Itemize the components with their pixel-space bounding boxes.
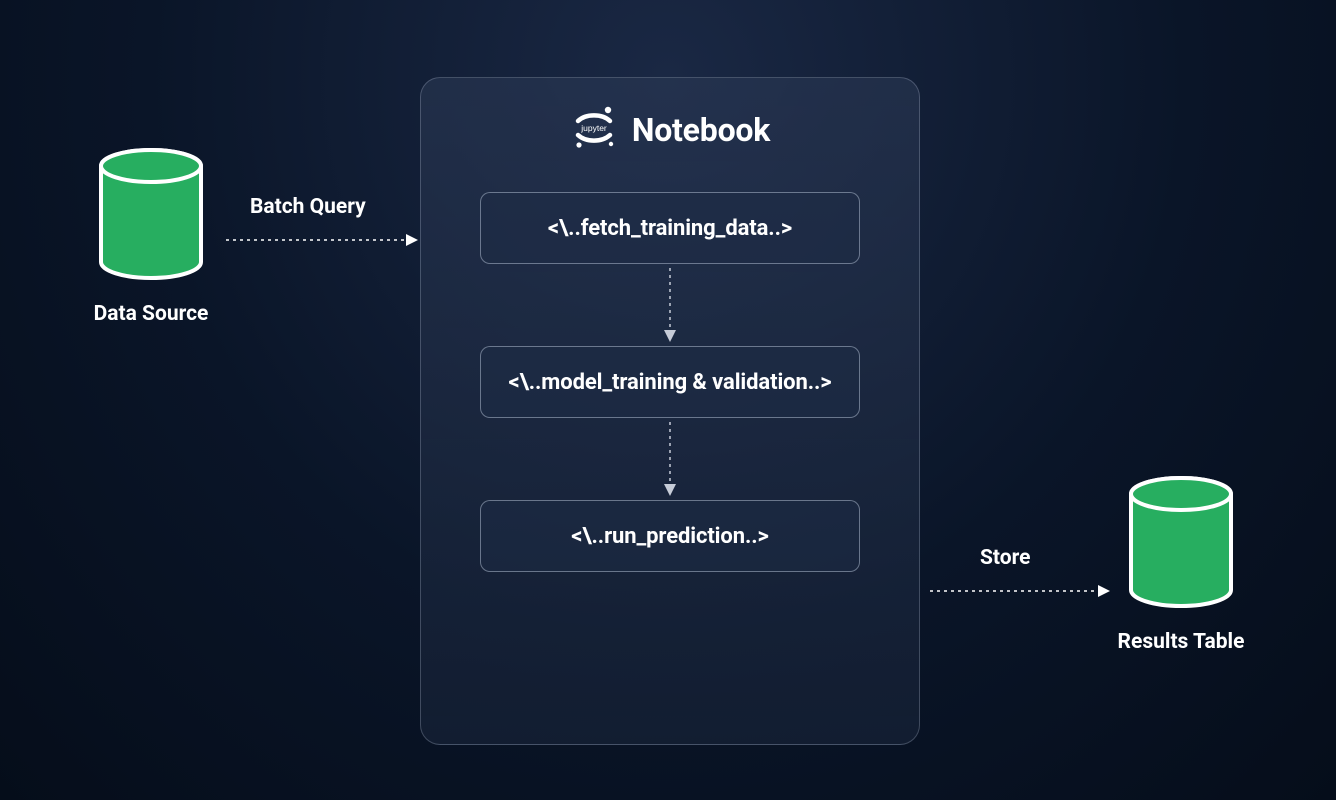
- batch-query-label: Batch Query: [250, 195, 366, 219]
- step-arrow-1: [451, 264, 889, 346]
- data-source-label: Data Source: [86, 302, 216, 326]
- step-model-training-validation: <\..model_training & validation..>: [480, 346, 860, 418]
- svg-text:jupyter: jupyter: [580, 123, 607, 133]
- store-label: Store: [980, 546, 1030, 570]
- database-icon: [1126, 476, 1236, 612]
- results-table-label: Results Table: [1116, 630, 1246, 654]
- step-label: <\..run_prediction..>: [571, 524, 769, 549]
- step-fetch-training-data: <\..fetch_training_data..>: [480, 192, 860, 264]
- step-run-prediction: <\..run_prediction..>: [480, 500, 860, 572]
- notebook-container: jupyter Notebook <\..fetch_training_data…: [420, 77, 920, 745]
- batch-query-arrow: [224, 232, 420, 252]
- jupyter-icon: jupyter: [570, 104, 618, 156]
- results-group: Results Table: [1116, 476, 1246, 654]
- database-icon: [96, 148, 206, 284]
- data-source-group: Data Source: [86, 148, 216, 326]
- step-label: <\..fetch_training_data..>: [548, 216, 792, 241]
- step-label: <\..model_training & validation..>: [508, 370, 831, 395]
- step-arrow-2: [451, 418, 889, 500]
- store-arrow: [928, 583, 1112, 603]
- notebook-title-row: jupyter Notebook: [451, 104, 889, 156]
- notebook-title: Notebook: [632, 111, 770, 149]
